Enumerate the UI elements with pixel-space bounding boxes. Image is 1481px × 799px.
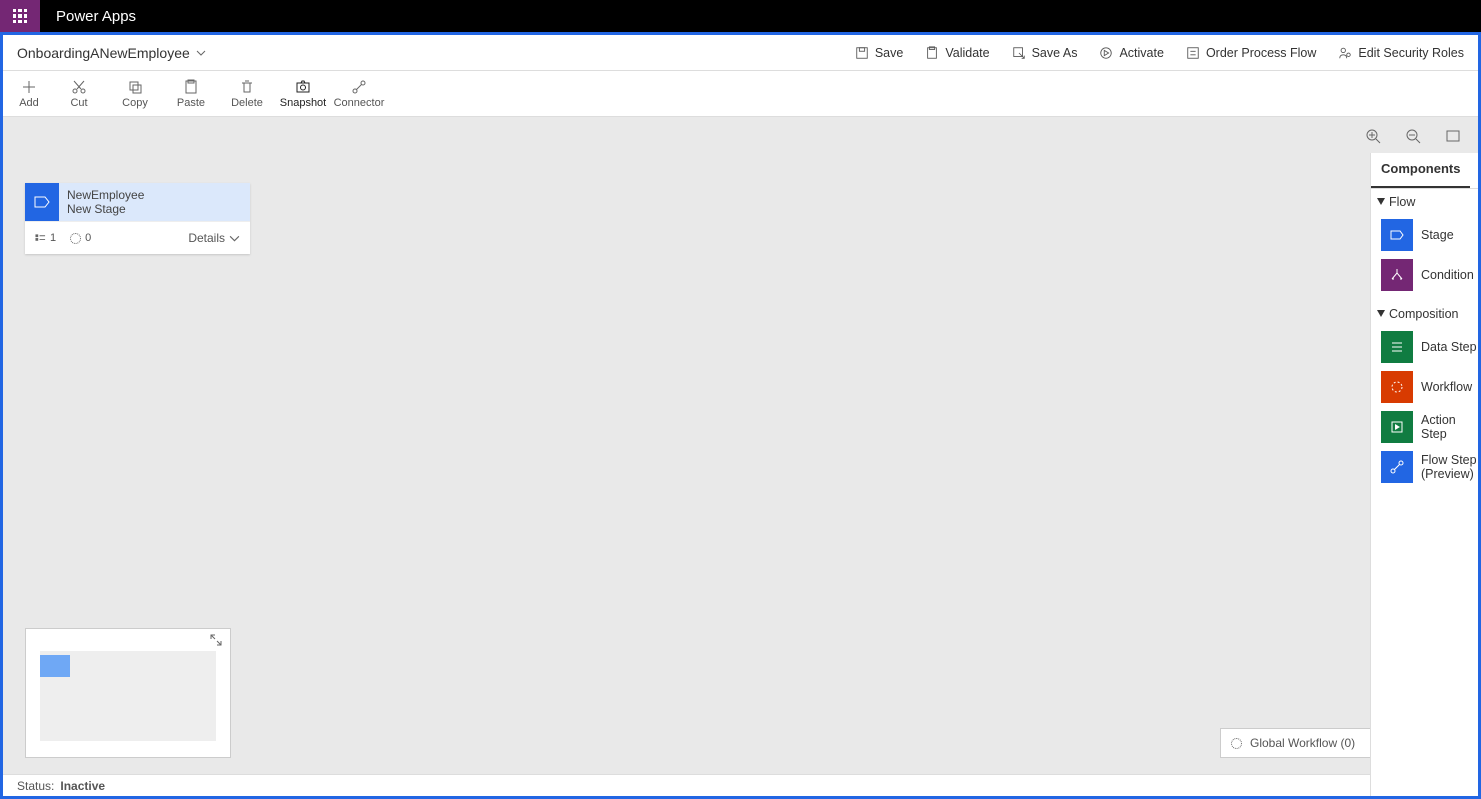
panel-tabs: Components Pro	[1371, 153, 1478, 189]
save-icon	[855, 46, 869, 60]
steps-icon	[35, 233, 46, 244]
component-condition[interactable]: Condition	[1371, 259, 1478, 291]
global-workflow-label: Global Workflow (0)	[1250, 736, 1355, 750]
save-button[interactable]: Save	[855, 46, 904, 60]
status-value: Inactive	[60, 779, 105, 793]
stage-steps-count: 1	[35, 232, 56, 244]
component-workflow[interactable]: Workflow	[1371, 371, 1478, 403]
waffle-icon	[13, 9, 27, 23]
section-flow[interactable]: Flow	[1371, 189, 1478, 211]
chevron-down-icon	[229, 233, 240, 244]
activate-icon	[1099, 46, 1113, 60]
tab-properties[interactable]: Pro	[1470, 153, 1481, 188]
clipboard-icon	[925, 46, 939, 60]
status-bar: Status: Inactive	[3, 774, 1478, 796]
minimap-node	[40, 655, 70, 677]
stage-workflows-count: 0	[70, 232, 91, 244]
stage-header: NewEmployee New Stage	[25, 183, 250, 221]
action-step-icon	[1381, 411, 1413, 443]
order-process-button[interactable]: Order Process Flow	[1186, 46, 1316, 60]
data-step-icon	[1381, 331, 1413, 363]
connector-icon	[351, 79, 367, 95]
delete-button[interactable]: Delete	[219, 71, 275, 117]
copy-icon	[127, 79, 143, 95]
stage-titles: NewEmployee New Stage	[59, 183, 250, 221]
security-icon	[1338, 46, 1352, 60]
stage-name: New Stage	[67, 202, 242, 216]
zoom-controls	[1364, 127, 1462, 145]
collapse-icon	[1377, 310, 1385, 318]
save-as-icon	[1012, 46, 1026, 60]
workflow-icon	[1231, 738, 1242, 749]
minimap[interactable]	[25, 628, 231, 758]
save-as-button[interactable]: Save As	[1012, 46, 1078, 60]
process-header: OnboardingANewEmployee Save Validate Sav…	[3, 35, 1478, 71]
app-title: Power Apps	[40, 8, 152, 25]
condition-icon	[1381, 259, 1413, 291]
scissors-icon	[71, 79, 87, 95]
chevron-down-icon	[196, 48, 206, 58]
expand-icon	[210, 634, 222, 646]
paste-icon	[183, 79, 199, 95]
stage-footer: 1 0 Details	[25, 221, 250, 254]
process-actions: Save Validate Save As Activate Order Pro…	[855, 46, 1464, 60]
add-button[interactable]: Add	[7, 71, 51, 117]
component-action-step[interactable]: Action Step	[1371, 411, 1478, 443]
stage-entity: NewEmployee	[67, 188, 242, 202]
component-data-step[interactable]: Data Step	[1371, 331, 1478, 363]
snapshot-button[interactable]: Snapshot	[275, 71, 331, 117]
flow-step-icon	[1381, 451, 1413, 483]
process-name-dropdown[interactable]: OnboardingANewEmployee	[17, 45, 206, 61]
connector-button[interactable]: Connector	[331, 71, 387, 117]
zoom-in-button[interactable]	[1364, 127, 1382, 145]
canvas[interactable]: NewEmployee New Stage 1 0 Details	[3, 117, 1478, 774]
stage-card[interactable]: NewEmployee New Stage 1 0 Details	[25, 183, 250, 254]
app-topbar: Power Apps	[0, 0, 1481, 32]
editor-frame: OnboardingANewEmployee Save Validate Sav…	[0, 32, 1481, 799]
process-name-text: OnboardingANewEmployee	[17, 45, 190, 61]
minimap-expand-button[interactable]	[210, 633, 224, 647]
component-stage[interactable]: Stage	[1371, 219, 1478, 251]
workflow-icon	[1381, 371, 1413, 403]
status-label: Status:	[17, 779, 54, 793]
paste-button[interactable]: Paste	[163, 71, 219, 117]
copy-button[interactable]: Copy	[107, 71, 163, 117]
validate-button[interactable]: Validate	[925, 46, 989, 60]
zoom-out-icon	[1405, 128, 1421, 144]
components-panel: Components Pro Flow Stage Condition Comp…	[1370, 153, 1478, 796]
collapse-icon	[1377, 198, 1385, 206]
plus-icon	[21, 79, 37, 95]
trash-icon	[239, 79, 255, 95]
fit-icon	[1445, 128, 1461, 144]
camera-icon	[295, 79, 311, 95]
activate-button[interactable]: Activate	[1099, 46, 1163, 60]
tab-components[interactable]: Components	[1371, 153, 1470, 188]
stage-icon	[25, 183, 59, 221]
zoom-in-icon	[1365, 128, 1381, 144]
component-flow-step[interactable]: Flow Step (Preview)	[1371, 451, 1478, 483]
zoom-out-button[interactable]	[1404, 127, 1422, 145]
minimap-viewport	[40, 651, 216, 741]
cut-button[interactable]: Cut	[51, 71, 107, 117]
order-icon	[1186, 46, 1200, 60]
toolbar: Add Cut Copy Paste Delete Snapshot Conne…	[3, 71, 1478, 117]
workflow-icon	[70, 233, 81, 244]
app-launcher-button[interactable]	[0, 0, 40, 32]
edit-security-button[interactable]: Edit Security Roles	[1338, 46, 1464, 60]
section-composition[interactable]: Composition	[1371, 301, 1478, 323]
stage-icon	[1381, 219, 1413, 251]
stage-details-toggle[interactable]: Details	[188, 231, 240, 245]
fit-screen-button[interactable]	[1444, 127, 1462, 145]
